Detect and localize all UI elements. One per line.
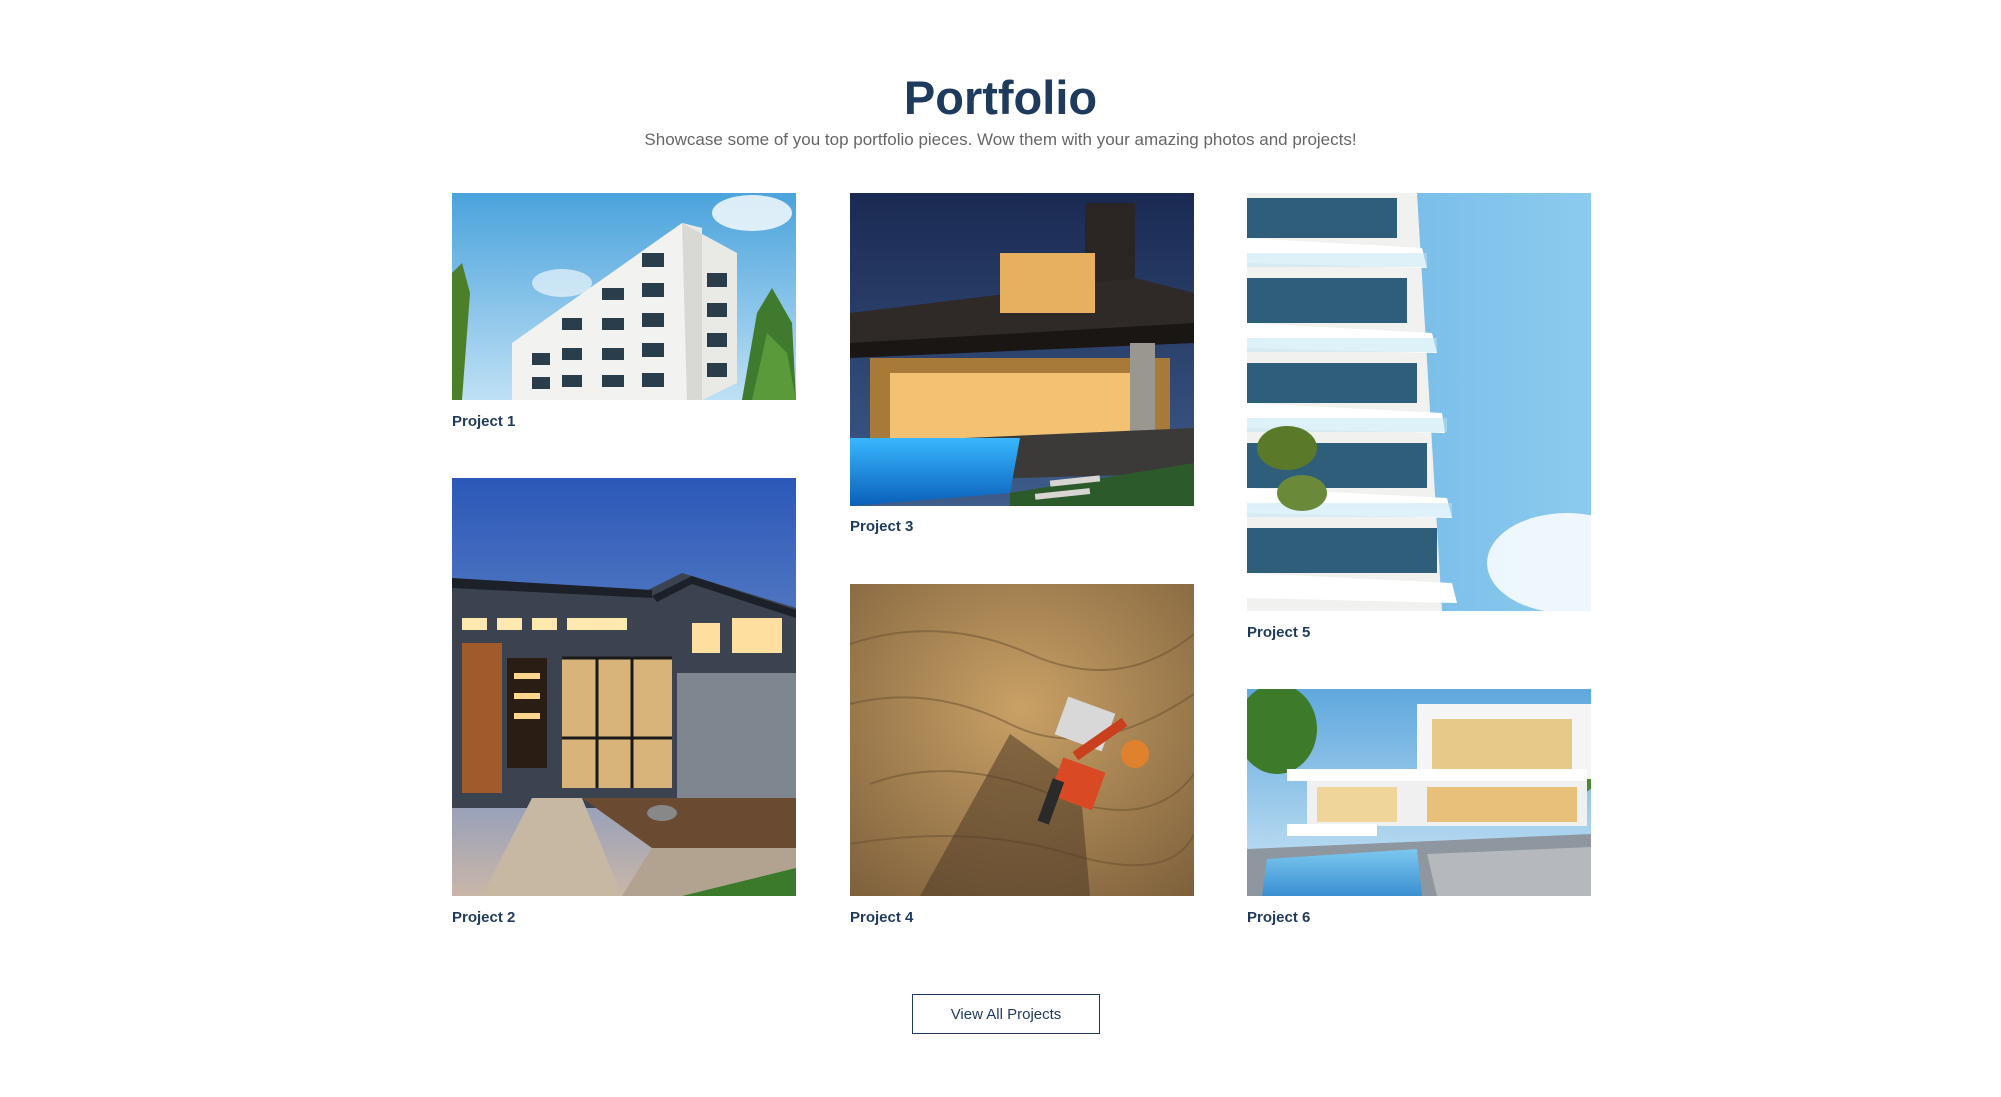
project-card-2[interactable]: Project 2 [452,478,796,938]
project-1-image[interactable] [452,193,796,400]
portfolio-section: Portfolio Showcase some of you top portf… [0,0,2001,1097]
project-card-1[interactable]: Project 1 [452,193,796,433]
project-2-label[interactable]: Project 2 [452,908,515,928]
project-4-label[interactable]: Project 4 [850,908,913,928]
project-5-image[interactable] [1247,193,1591,611]
project-4-image[interactable] [850,584,1194,896]
view-all-projects-button[interactable]: View All Projects [912,994,1100,1034]
project-1-label[interactable]: Project 1 [452,412,515,432]
section-subtitle: Showcase some of you top portfolio piece… [644,130,1357,149]
project-5-label[interactable]: Project 5 [1247,623,1310,643]
project-card-4[interactable]: Project 4 [850,584,1194,938]
project-6-image[interactable] [1247,689,1591,896]
project-card-5[interactable]: Project 5 [1247,193,1591,653]
project-2-image[interactable] [452,478,796,896]
project-6-label[interactable]: Project 6 [1247,908,1310,928]
project-3-label[interactable]: Project 3 [850,517,913,537]
project-card-6[interactable]: Project 6 [1247,689,1591,939]
project-3-image[interactable] [850,193,1194,506]
section-title: Portfolio [903,71,1098,124]
project-card-3[interactable]: Project 3 [850,193,1194,543]
